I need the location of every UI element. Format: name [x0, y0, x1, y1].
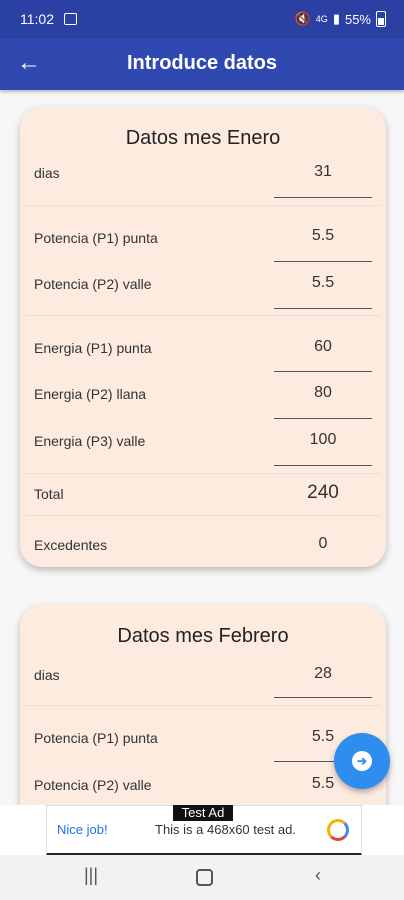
input-underline: [274, 465, 372, 466]
row-label: Potencia (P2) valle: [34, 777, 152, 793]
row-label: Energia (P1) punta: [34, 340, 152, 356]
battery-icon: [376, 11, 386, 27]
mute-icon: 🔇: [294, 11, 311, 26]
divider: [26, 515, 380, 516]
page-title: Introduce datos: [126, 52, 277, 74]
recent-apps-icon[interactable]: |||: [76, 865, 106, 889]
row-label: Potencia (P1) punta: [34, 230, 158, 246]
input-underline: [274, 371, 372, 372]
row-label: Total: [34, 486, 64, 502]
divider: [26, 205, 380, 206]
status-time: 11:02: [20, 11, 54, 27]
main-content[interactable]: Datos mes Enero dias 31 Potencia (P1) pu…: [0, 90, 404, 805]
total-value: 240: [307, 482, 339, 503]
input-underline: [274, 418, 372, 419]
input-underline: [274, 261, 372, 262]
network-icon: 4G: [315, 14, 328, 24]
row-label: Excedentes: [34, 537, 108, 553]
app-bar: ← Introduce datos: [0, 38, 404, 90]
energia-p1-input[interactable]: 60: [274, 338, 372, 356]
dias-input[interactable]: 31: [274, 163, 372, 181]
excedentes-input[interactable]: 0: [274, 535, 372, 553]
card-title: Datos mes Enero: [125, 127, 281, 149]
energia-p3-input[interactable]: 100: [274, 431, 372, 449]
card-title: Datos mes Febrero: [117, 625, 289, 647]
back-icon[interactable]: ‹: [303, 865, 333, 889]
battery-text: 55%: [344, 11, 371, 27]
divider: [26, 315, 380, 316]
ad-nice-text: Nice job!: [57, 822, 108, 837]
ad-tag: Test Ad: [173, 805, 233, 821]
divider: [26, 705, 380, 706]
row-label: Potencia (P2) valle: [34, 276, 152, 292]
status-right: 🔇 4G ▮ 55%: [295, 11, 386, 27]
input-underline: [274, 197, 372, 198]
system-nav-bar: ||| ‹: [0, 855, 404, 900]
input-underline: [274, 308, 372, 309]
dias-input[interactable]: 28: [274, 665, 372, 683]
arrow-right-circle-icon: ➔: [352, 751, 372, 771]
energia-p2-input[interactable]: 80: [274, 384, 372, 402]
home-icon[interactable]: [189, 865, 219, 889]
next-fab-button[interactable]: ➔: [334, 733, 390, 789]
potencia-p2-input[interactable]: 5.5: [274, 274, 372, 292]
ad-body-text: This is a 468x60 test ad.: [155, 822, 296, 837]
month-card-enero: Datos mes Enero dias 31 Potencia (P1) pu…: [20, 107, 386, 567]
input-underline: [274, 697, 372, 698]
status-bar: 11:02 🔇 4G ▮ 55%: [0, 0, 404, 38]
ad-logo-icon: [327, 819, 349, 841]
month-card-febrero: Datos mes Febrero dias 28 Potencia (P1) …: [20, 605, 386, 805]
row-label: Potencia (P1) punta: [34, 730, 158, 746]
row-label: dias: [34, 667, 60, 683]
row-label: Energia (P2) llana: [34, 386, 147, 402]
ad-banner[interactable]: Nice job! This is a 468x60 test ad. Test…: [0, 805, 404, 856]
divider: [26, 473, 380, 474]
row-label: dias: [34, 165, 60, 181]
potencia-p1-input[interactable]: 5.5: [274, 227, 372, 245]
signal-icon: ▮: [332, 11, 340, 26]
image-notification-icon: [64, 13, 77, 25]
row-label: Energia (P3) valle: [34, 433, 146, 449]
